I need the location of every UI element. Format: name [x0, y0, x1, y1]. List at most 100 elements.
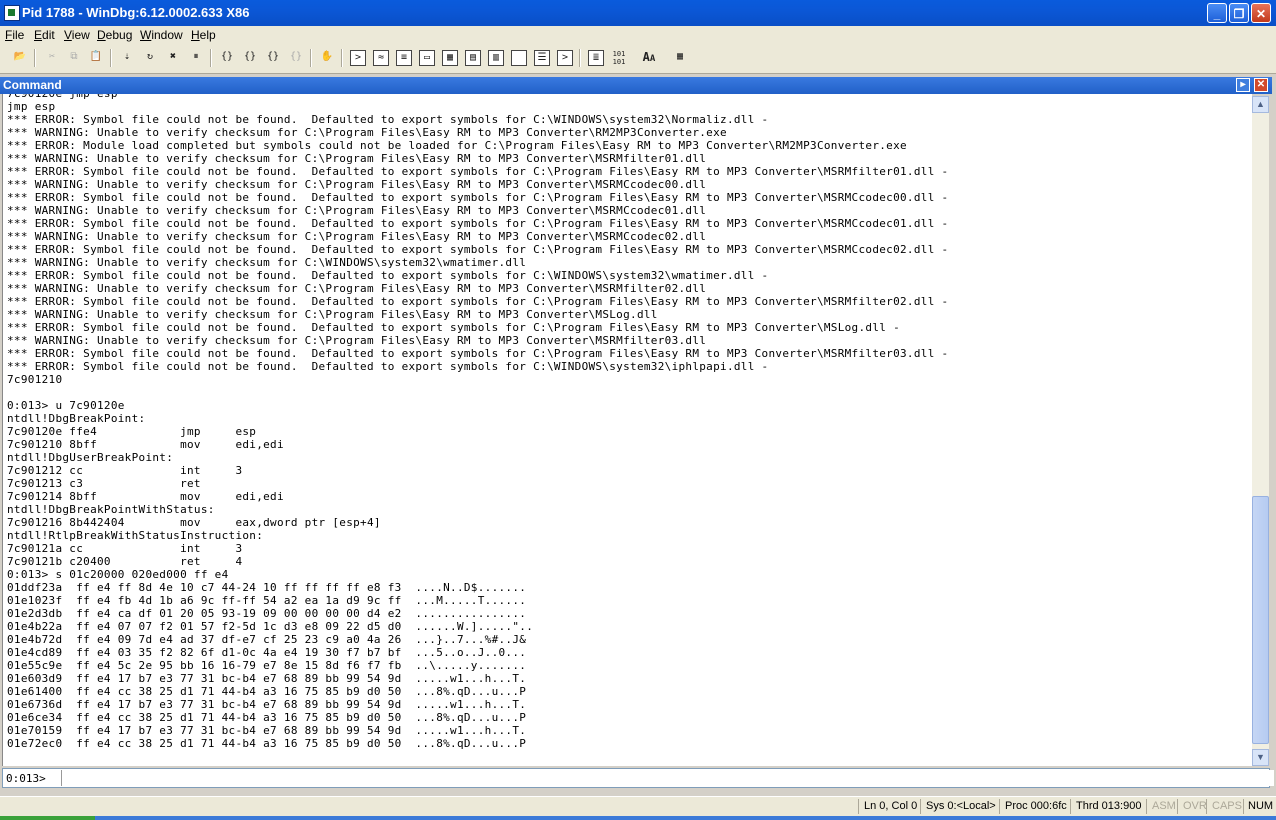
command-window-header: Command ▸ ✕: [0, 77, 1272, 94]
maximize-button[interactable]: ❐: [1229, 3, 1249, 23]
menu-view[interactable]: View: [64, 28, 90, 42]
dock-menu-icon[interactable]: ▸: [1236, 78, 1250, 92]
output-line: *** WARNING: Unable to verify checksum f…: [7, 282, 707, 295]
output-line: 7c90121b c20400 ret 4: [7, 555, 243, 568]
hex-mode-icon[interactable]: 101 101: [611, 50, 627, 66]
status-proc: Proc 000:6fc: [1005, 800, 1067, 812]
processes-threads-icon[interactable]: ☰: [534, 50, 550, 66]
output-line: 01e2d3db ff e4 ca df 01 20 05 93-19 09 0…: [7, 607, 527, 620]
source-window-icon[interactable]: >: [557, 50, 573, 66]
close-command-window-icon[interactable]: ✕: [1254, 78, 1268, 92]
output-line: *** WARNING: Unable to verify checksum f…: [7, 204, 707, 217]
start-button-edge: [0, 816, 95, 820]
output-line: 01ddf23a ff e4 ff 8d 4e 10 c7 44-24 10 f…: [7, 581, 527, 594]
memory-icon[interactable]: ▦: [442, 50, 458, 66]
paste-icon[interactable]: 📋: [88, 50, 104, 66]
source-mode-icon[interactable]: ≣: [588, 50, 604, 66]
output-line: 7c90120e ffe4 jmp esp: [7, 425, 257, 438]
output-line: *** ERROR: Symbol file could not be foun…: [7, 165, 949, 178]
scroll-up-icon[interactable]: ▲: [1252, 96, 1269, 113]
go-icon[interactable]: ⇣: [119, 50, 135, 66]
open-icon[interactable]: 📂: [12, 50, 28, 66]
window-title: Pid 1788 - WinDbg:6.12.0002.633 X86: [22, 5, 250, 20]
menu-file[interactable]: File: [5, 28, 24, 42]
output-line: 01e6736d ff e4 17 b7 e3 77 31 bc-b4 e7 6…: [7, 698, 527, 711]
menu-window[interactable]: Window: [140, 28, 183, 42]
menu-bar: File Edit View Debug Window Help: [0, 26, 1276, 45]
output-line: *** ERROR: Symbol file could not be foun…: [7, 321, 901, 334]
disassembly-icon[interactable]: ▥: [488, 50, 504, 66]
windbg-app-icon: [4, 5, 20, 21]
menu-help[interactable]: Help: [191, 28, 216, 42]
command-window-title: Command: [3, 78, 62, 92]
taskbar-strip: [0, 816, 1276, 820]
restart-icon[interactable]: ↻: [142, 50, 158, 66]
output-line: 7c901214 8bff mov edi,edi: [7, 490, 284, 503]
locals-icon[interactable]: ≡: [396, 50, 412, 66]
output-line: *** WARNING: Unable to verify checksum f…: [7, 152, 707, 165]
output-line: ntdll!DbgUserBreakPoint:: [7, 451, 174, 464]
watch-icon[interactable]: ≈: [373, 50, 389, 66]
close-button[interactable]: ✕: [1251, 3, 1271, 23]
output-line: 01e4b22a ff e4 07 07 f2 01 57 f2-5d 1c d…: [7, 620, 534, 633]
title-bar: Pid 1788 - WinDbg:6.12.0002.633 X86 _ ❐ …: [0, 0, 1276, 26]
output-line: 7c901216 8b442404 mov eax,dword ptr [esp…: [7, 516, 381, 529]
status-ovr: OVR: [1183, 800, 1207, 812]
step-over-icon[interactable]: {}: [242, 50, 258, 66]
scroll-thumb[interactable]: [1252, 496, 1269, 744]
status-asm: ASM: [1152, 800, 1176, 812]
output-line: *** WARNING: Unable to verify checksum f…: [7, 334, 707, 347]
output-text: 7c90120e jmp esp jmp esp *** ERROR: Symb…: [7, 94, 948, 750]
output-line: 01e603d9 ff e4 17 b7 e3 77 31 bc-b4 e7 6…: [7, 672, 527, 685]
status-caps: CAPS: [1212, 800, 1242, 812]
step-into-icon[interactable]: {}: [219, 50, 235, 66]
output-line: ntdll!RtlpBreakWithStatusInstruction:: [7, 529, 264, 542]
scroll-down-icon[interactable]: ▼: [1252, 749, 1269, 766]
output-line: *** ERROR: Symbol file could not be foun…: [7, 269, 769, 282]
output-line: *** WARNING: Unable to verify checksum f…: [7, 256, 527, 269]
command-prompt: 0:013>: [6, 772, 46, 785]
output-line: *** WARNING: Unable to verify checksum f…: [7, 308, 658, 321]
output-line: *** ERROR: Symbol file could not be foun…: [7, 347, 949, 360]
output-line: ntdll!DbgBreakPoint:: [7, 412, 146, 425]
output-line: 0:013> u 7c90120e: [7, 399, 125, 412]
output-line: 01e72ec0 ff e4 cc 38 25 d1 71 44-b4 a3 1…: [7, 737, 527, 750]
cut-icon[interactable]: ✂: [44, 50, 60, 66]
output-line: *** ERROR: Symbol file could not be foun…: [7, 295, 949, 308]
vertical-scrollbar[interactable]: ▲ ▼: [1252, 96, 1269, 766]
output-line: *** WARNING: Unable to verify checksum f…: [7, 126, 727, 139]
breakpoint-icon[interactable]: ✋: [319, 50, 335, 66]
registers-icon[interactable]: ▭: [419, 50, 435, 66]
command-output[interactable]: 7c90120e jmp esp jmp esp *** ERROR: Symb…: [2, 94, 1252, 766]
output-line: 01e4cd89 ff e4 03 35 f2 82 6f d1-0c 4a e…: [7, 646, 527, 659]
output-line: jmp esp: [7, 100, 56, 113]
menu-debug[interactable]: Debug: [97, 28, 132, 42]
minimize-button[interactable]: _: [1207, 3, 1227, 23]
command-window-icon[interactable]: >: [350, 50, 366, 66]
break-icon[interactable]: ⏸: [188, 50, 204, 66]
step-out-icon[interactable]: {}: [265, 50, 281, 66]
command-input[interactable]: [61, 770, 1274, 786]
call-stack-icon[interactable]: ▤: [465, 50, 481, 66]
output-line: *** ERROR: Symbol file could not be foun…: [7, 113, 769, 126]
output-line: 01e1023f ff e4 fb 4d 1b a6 9c ff-ff 54 a…: [7, 594, 527, 607]
output-line: 01e4b72d ff e4 09 7d e4 ad 37 df-e7 cf 2…: [7, 633, 527, 646]
options-icon[interactable]: ▦: [672, 50, 688, 66]
font-icon[interactable]: AA: [641, 50, 657, 66]
run-to-cursor-icon[interactable]: {}: [288, 50, 304, 66]
output-line: *** ERROR: Symbol file could not be foun…: [7, 243, 949, 256]
output-line: 01e61400 ff e4 cc 38 25 d1 71 44-b4 a3 1…: [7, 685, 527, 698]
scratch-pad-icon[interactable]: [511, 50, 527, 66]
output-line: *** ERROR: Symbol file could not be foun…: [7, 360, 769, 373]
output-line: ntdll!DbgBreakPointWithStatus:: [7, 503, 215, 516]
output-line: 7c901212 cc int 3: [7, 464, 243, 477]
output-line: *** WARNING: Unable to verify checksum f…: [7, 178, 707, 191]
menu-edit[interactable]: Edit: [34, 28, 55, 42]
copy-icon[interactable]: ⧉: [66, 50, 82, 66]
stop-debugging-icon[interactable]: ✖: [165, 50, 181, 66]
output-line: 7c90121a cc int 3: [7, 542, 243, 555]
output-line: 7c901210 8bff mov edi,edi: [7, 438, 284, 451]
output-line: 01e55c9e ff e4 5c 2e 95 bb 16 16-79 e7 8…: [7, 659, 527, 672]
status-num: NUM: [1248, 800, 1274, 812]
status-position: Ln 0, Col 0: [864, 800, 918, 812]
